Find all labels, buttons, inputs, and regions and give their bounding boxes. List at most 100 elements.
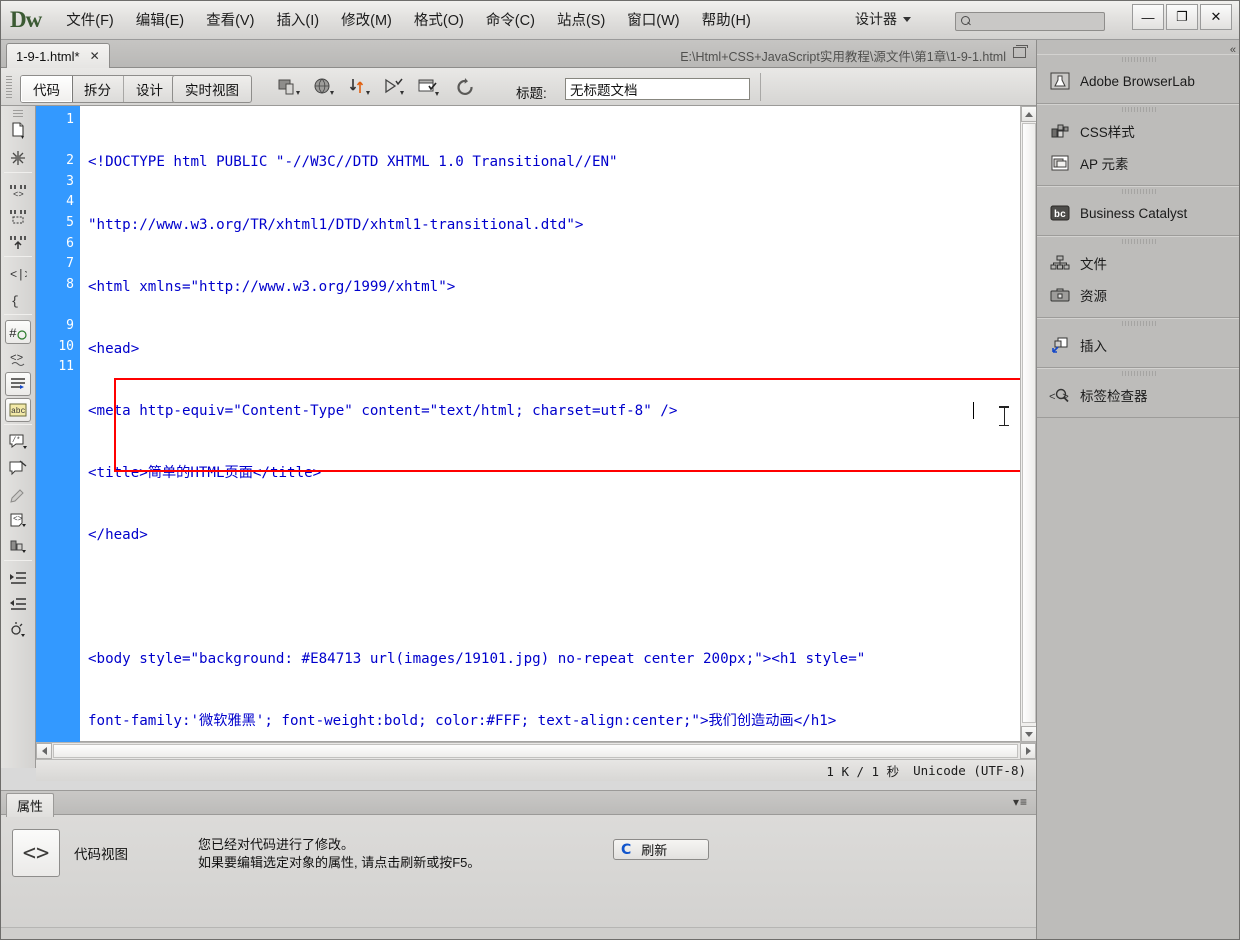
browser-preview-icon[interactable] — [313, 77, 337, 97]
document-tab[interactable]: 1-9-1.html* ✕ — [6, 43, 110, 68]
apply-comment-icon[interactable]: /* — [5, 430, 31, 454]
panel-group-grip[interactable] — [1037, 318, 1240, 329]
edit-snippet-icon[interactable] — [5, 482, 31, 506]
scroll-up-button[interactable] — [1021, 106, 1037, 122]
outdent-code-icon[interactable] — [5, 592, 31, 616]
document-tab-bar: 1-9-1.html* ✕ E:\Html+CSS+JavaScript实用教程… — [0, 40, 1036, 68]
line-numbers-icon[interactable]: # — [5, 320, 31, 344]
panel-item-ap-elements[interactable]: AP 元素 — [1037, 147, 1240, 179]
expand-all-icon[interactable] — [5, 230, 31, 254]
minimize-button[interactable]: — — [1132, 4, 1164, 30]
code-text-area[interactable]: <!DOCTYPE html PUBLIC "-//W3C//DTD XHTML… — [80, 106, 1036, 741]
maximize-button[interactable]: ❐ — [1166, 4, 1198, 30]
remove-comment-icon[interactable] — [5, 456, 31, 480]
panel-group-grip[interactable] — [1037, 104, 1240, 115]
panel-item-browserlab[interactable]: Adobe BrowserLab — [1037, 65, 1240, 97]
panel-item-tag-inspector[interactable]: < > 标签检查器 — [1037, 379, 1240, 411]
svg-text:<>: <> — [13, 515, 23, 524]
collapse-panels-icon[interactable]: « — [1230, 44, 1236, 56]
workspace-switcher[interactable]: 设计器 — [855, 9, 911, 29]
divider — [4, 256, 32, 257]
format-source-code-icon[interactable] — [5, 618, 31, 642]
editor-vertical-scrollbar[interactable] — [1020, 106, 1037, 742]
menu-item-site[interactable]: 站点(S) — [546, 5, 616, 34]
panel-item-assets[interactable]: 资源 — [1037, 279, 1240, 311]
code-view-icon[interactable]: <> — [12, 829, 60, 877]
menu-item-file[interactable]: 文件(F) — [55, 5, 125, 34]
scroll-down-button[interactable] — [1021, 726, 1037, 742]
scroll-right-button[interactable] — [1020, 743, 1036, 759]
document-encoding[interactable]: Unicode (UTF-8) — [913, 763, 1026, 778]
refresh-design-view-icon[interactable] — [453, 77, 477, 97]
syntax-coloring-icon[interactable]: abc — [5, 398, 31, 422]
tag-inspector-icon: < > — [1049, 385, 1071, 405]
refresh-button[interactable]: C 刷新 — [613, 839, 709, 860]
line-number: 2 — [66, 153, 74, 168]
dreamweaver-logo: Dw — [10, 6, 42, 32]
menu-item-window[interactable]: 窗口(W) — [616, 5, 690, 34]
panel-item-files[interactable]: 文件 — [1037, 247, 1240, 279]
menu-item-modify[interactable]: 修改(M) — [330, 5, 403, 34]
view-button-code[interactable]: 代码 — [21, 76, 73, 102]
indent-code-icon[interactable] — [5, 566, 31, 590]
highlight-invalid-code-icon[interactable] — [5, 146, 31, 170]
business-catalyst-icon: bc — [1049, 203, 1071, 223]
menu-item-commands[interactable]: 命令(C) — [475, 5, 546, 34]
view-button-split[interactable]: 拆分 — [72, 76, 124, 102]
search-input[interactable] — [955, 12, 1105, 31]
open-documents-icon[interactable] — [5, 118, 31, 142]
assets-icon — [1049, 285, 1071, 305]
tab-properties[interactable]: 属性 — [6, 793, 55, 817]
restore-window-icon[interactable] — [1013, 45, 1028, 58]
panel-item-insert[interactable]: 插入 — [1037, 329, 1240, 361]
menu-item-insert[interactable]: 插入(I) — [265, 5, 330, 34]
close-icon[interactable]: ✕ — [90, 49, 100, 63]
page-title-input[interactable]: 无标题文档 — [565, 78, 750, 100]
collapse-selection-icon[interactable] — [5, 204, 31, 228]
line-number: 4 — [66, 194, 74, 209]
visual-aids-icon[interactable] — [418, 77, 442, 97]
divider — [4, 424, 32, 425]
code-editor[interactable]: 1 2 3 4 5 6 7 8 9 10 11 <!DOCTYPE html P… — [36, 106, 1037, 742]
move-css-rules-icon[interactable] — [5, 534, 31, 558]
panel-item-css-styles[interactable]: CSS样式 — [1037, 115, 1240, 147]
svg-text:#: # — [9, 326, 17, 340]
code-line: <meta http-equiv="Content-Type" content=… — [88, 402, 678, 419]
close-button[interactable]: ✕ — [1200, 4, 1232, 30]
word-wrap-icon[interactable] — [5, 372, 31, 396]
scroll-left-button[interactable] — [36, 743, 52, 759]
multiscreen-preview-icon[interactable] — [278, 77, 302, 97]
view-button-design[interactable]: 设计 — [124, 76, 175, 102]
wrap-tag-icon[interactable]: <> — [5, 346, 31, 370]
toolbar-grip[interactable] — [6, 76, 12, 98]
panel-item-label: Adobe BrowserLab — [1080, 73, 1195, 89]
panel-item-business-catalyst[interactable]: bc Business Catalyst — [1037, 197, 1240, 229]
live-view-button[interactable]: 实时视图 — [172, 75, 252, 103]
select-parent-tag-icon[interactable]: <|> — [5, 262, 31, 286]
menu-item-format[interactable]: 格式(O) — [403, 5, 475, 34]
panel-options-menu-icon[interactable]: ▾≡ — [1013, 795, 1028, 809]
recent-snippets-icon[interactable]: <> — [5, 508, 31, 532]
divider — [4, 314, 32, 315]
panel-group-grip[interactable] — [1037, 186, 1240, 197]
coding-toolbar: <> <|> { } — [0, 106, 36, 768]
vertical-scroll-thumb[interactable] — [1022, 123, 1036, 723]
editor-horizontal-scrollbar[interactable] — [36, 742, 1036, 759]
collapse-full-tag-icon[interactable]: <> — [5, 178, 31, 202]
menu-item-edit[interactable]: 编辑(E) — [125, 5, 195, 34]
panel-item-label: 插入 — [1080, 339, 1107, 354]
panel-group-grip[interactable] — [1037, 54, 1240, 65]
file-management-icon[interactable] — [348, 77, 372, 97]
menu-item-view[interactable]: 查看(V) — [195, 5, 265, 34]
properties-tab-row: 属性 ▾≡ — [0, 791, 1036, 817]
panel-group-grip[interactable] — [1037, 368, 1240, 379]
menu-item-help[interactable]: 帮助(H) — [691, 5, 762, 34]
horizontal-scroll-thumb[interactable] — [53, 744, 1018, 758]
balance-braces-icon[interactable]: { } — [5, 288, 31, 312]
search-icon — [961, 16, 972, 27]
ap-elements-icon — [1049, 153, 1071, 173]
coding-toolbar-grip[interactable] — [13, 110, 23, 117]
check-browser-compatibility-icon[interactable] — [383, 77, 407, 97]
panel-group-grip[interactable] — [1037, 236, 1240, 247]
